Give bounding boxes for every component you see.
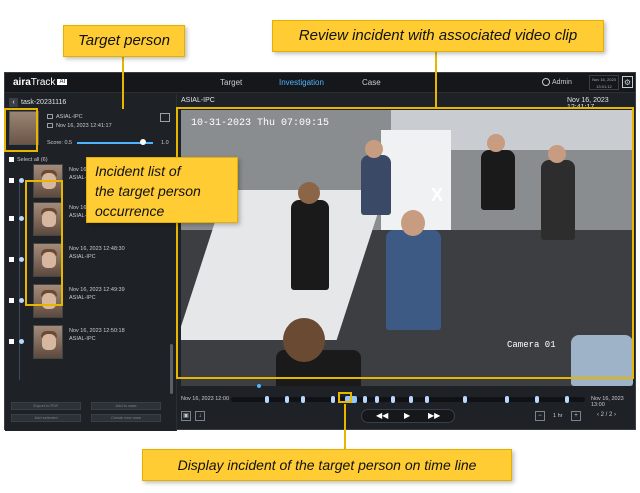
connector-line — [435, 52, 437, 108]
download-icon[interactable]: ↓ — [195, 411, 205, 421]
export-pdf-button[interactable]: Export to PDF — [11, 402, 81, 410]
incident-checkbox[interactable] — [9, 216, 14, 221]
incident-time: Nov 16, 2023 12:50:18 — [69, 328, 125, 334]
callout-incident-list: Incident list of the target person occur… — [86, 157, 238, 223]
add-selected-button[interactable]: Add selected — [11, 414, 81, 422]
score-slider-handle[interactable] — [140, 139, 146, 145]
add-to-case-button[interactable]: Add to case — [91, 402, 161, 410]
timeline-marker[interactable] — [265, 396, 269, 403]
timeline-end: Nov 16, 2023 13:00 — [591, 396, 624, 408]
timeline-marker[interactable] — [301, 396, 305, 403]
timeline-start: Nov 16, 2023 12:00 — [181, 396, 230, 402]
snapshot-icon[interactable]: ▣ — [181, 411, 191, 421]
incident-checkbox[interactable] — [9, 257, 14, 262]
annotated-screenshot: airaTrack AI Target Investigation Case Ad… — [0, 0, 640, 493]
scrollbar[interactable] — [170, 344, 173, 394]
zoom-in-icon[interactable]: + — [571, 411, 581, 421]
list-item[interactable]: Nov 16, 2023 12:50:18 ASIAL-IPC — [9, 323, 169, 361]
camera-icon — [47, 114, 53, 120]
zoom-out-icon[interactable]: − — [535, 411, 545, 421]
incident-camera: ASIAL-IPC — [69, 295, 96, 301]
calendar-icon — [47, 123, 53, 129]
timeline-marker[interactable] — [463, 396, 467, 403]
app-logo: airaTrack AI — [13, 77, 68, 88]
tab-case[interactable]: Case — [362, 78, 381, 87]
connector-line — [344, 404, 346, 449]
camera-label: ASIAL-IPC — [181, 97, 215, 104]
incident-dot — [19, 178, 24, 183]
timeline-marker[interactable] — [285, 396, 289, 403]
incident-checkbox[interactable] — [9, 298, 14, 303]
incident-dot — [19, 257, 24, 262]
video-highlight — [176, 107, 634, 379]
task-header: ‹ task-20231116 — [9, 98, 66, 107]
gear-icon[interactable]: ⚙ — [622, 76, 633, 88]
timeline-incident-highlight — [338, 392, 352, 403]
rewind-icon[interactable]: ◀◀ — [376, 411, 388, 420]
chevron-left-icon[interactable]: ‹ — [9, 98, 18, 107]
incident-dot — [19, 339, 24, 344]
callout-display-incident: Display incident of the target person on… — [142, 449, 512, 481]
timeline-cursor[interactable] — [257, 384, 261, 388]
timeline-marker[interactable] — [391, 396, 395, 403]
timeline-marker[interactable] — [565, 396, 569, 403]
connector-line — [122, 57, 124, 109]
pager[interactable]: ‹ 2 / 2 › — [597, 412, 616, 418]
score-label: Score: 0.5 — [47, 140, 73, 146]
incident-dot — [19, 298, 24, 303]
timeline-marker[interactable] — [425, 396, 429, 403]
incident-time: Nov 16, 2023 12:49:39 — [69, 287, 125, 293]
timeline-marker[interactable] — [375, 396, 379, 403]
incident-checkbox[interactable] — [9, 178, 14, 183]
incident-time: Nov 16, 2023 12:48:30 — [69, 246, 125, 252]
target-info: ASIAL-IPC Nov 16, 2023 12:41:17 — [47, 113, 112, 131]
callout-review-incident: Review incident with associated video cl… — [272, 20, 604, 52]
incident-thumbnail — [33, 325, 63, 359]
timeline-marker[interactable] — [363, 396, 367, 403]
timeline-scale[interactable]: 1 hr — [553, 413, 562, 419]
callout-target-person: Target person — [63, 25, 185, 57]
clock: Nov 16, 2023 13:01:12 — [589, 75, 619, 90]
incident-camera: ASIAL-IPC — [69, 336, 96, 342]
timeline-marker[interactable] — [409, 396, 413, 403]
play-icon[interactable]: ▶ — [404, 411, 410, 420]
score-max: 1.0 — [161, 140, 169, 146]
timeline-marker[interactable] — [505, 396, 509, 403]
user-menu[interactable]: Admin — [542, 78, 572, 86]
incident-list-highlight — [25, 180, 63, 306]
export-icon[interactable] — [160, 113, 170, 122]
tab-target[interactable]: Target — [220, 78, 242, 87]
timeline-marker[interactable] — [535, 396, 539, 403]
top-bar: airaTrack AI Target Investigation Case Ad… — [5, 73, 635, 93]
create-case-button[interactable]: Create new case — [91, 414, 161, 422]
fast-forward-icon[interactable]: ▶▶ — [428, 411, 440, 420]
timeline-marker[interactable] — [331, 396, 335, 403]
incident-camera: ASIAL-IPC — [69, 254, 96, 260]
incident-checkbox[interactable] — [9, 339, 14, 344]
user-icon — [542, 78, 550, 86]
playback-controls: ◀◀ ▶ ▶▶ — [361, 409, 455, 423]
target-person-highlight — [4, 108, 38, 152]
tab-investigation[interactable]: Investigation — [279, 78, 324, 87]
incident-dot — [19, 216, 24, 221]
